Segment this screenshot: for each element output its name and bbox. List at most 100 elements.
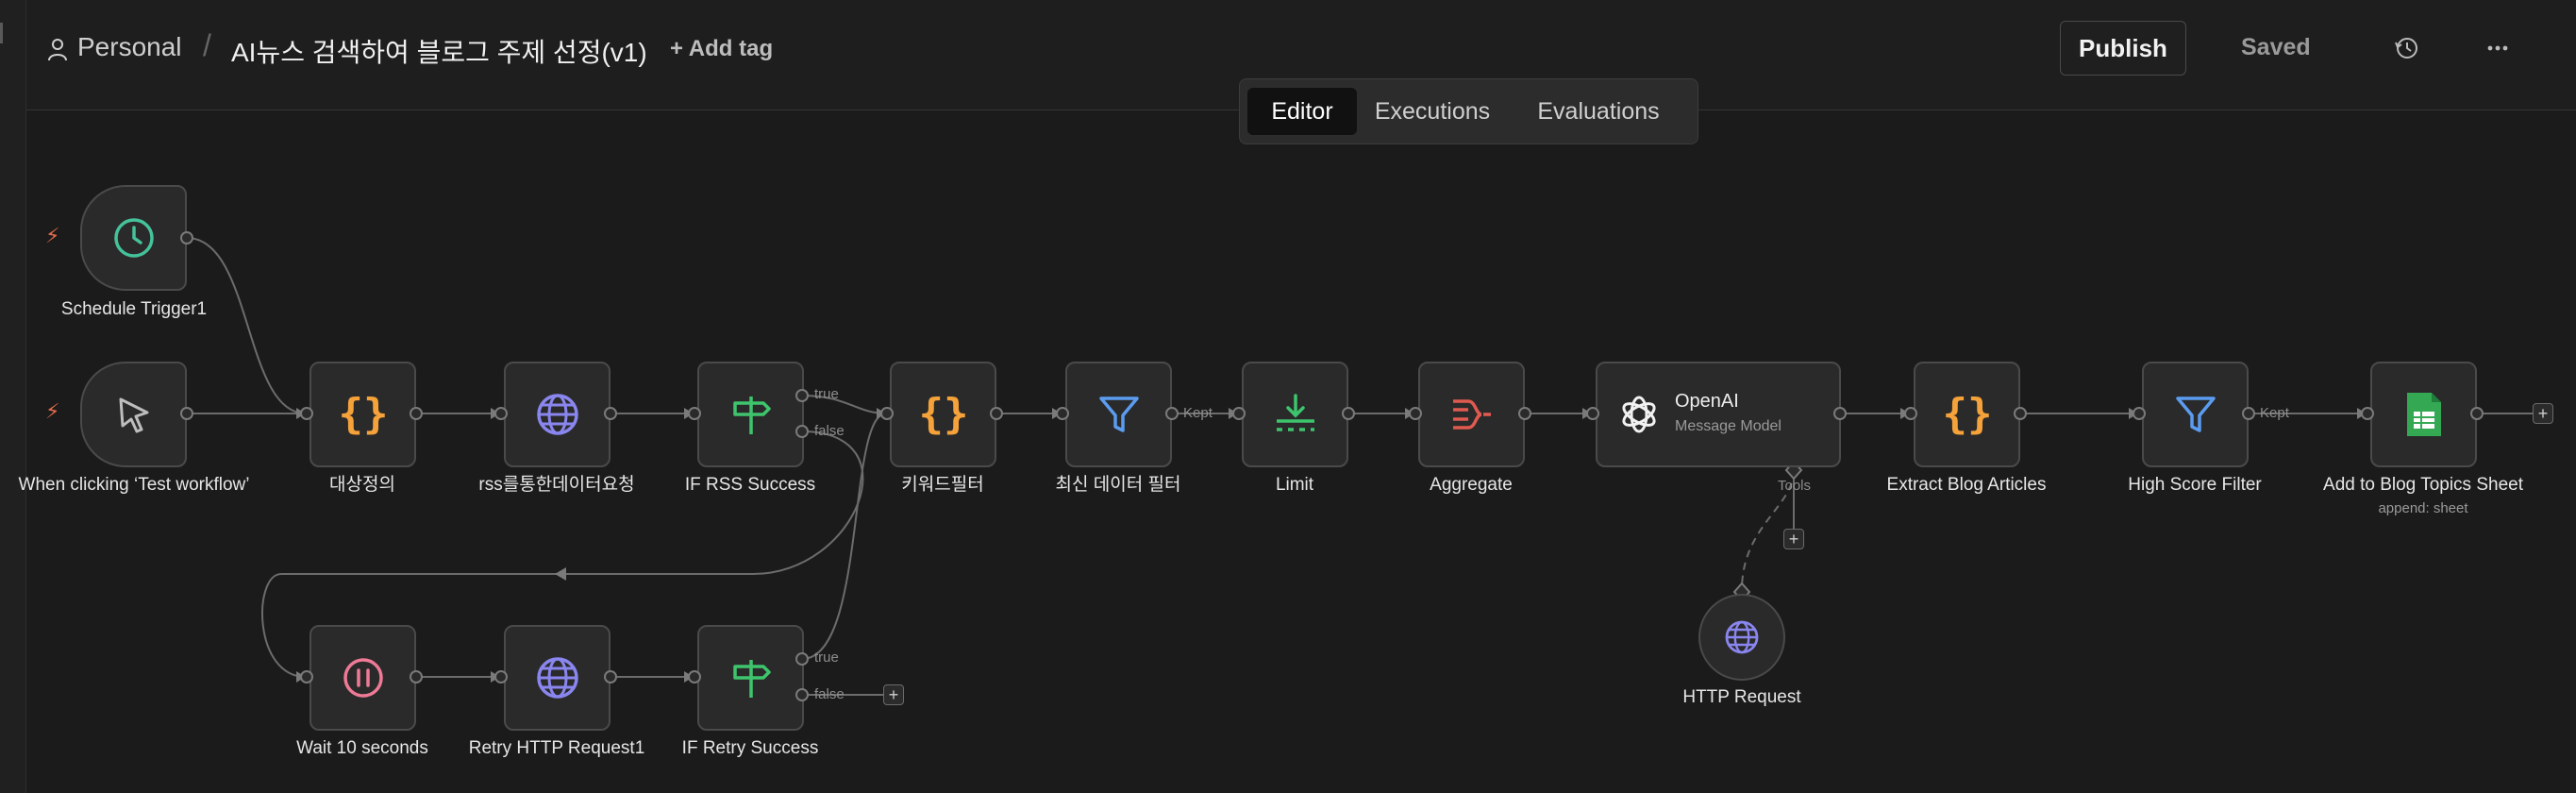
person-icon xyxy=(48,39,67,61)
tab-executions[interactable]: Executions xyxy=(1366,88,1498,135)
output-port[interactable] xyxy=(990,407,1003,420)
node-label: Add to Blog Topics Sheet xyxy=(2323,475,2523,495)
pause-icon xyxy=(343,658,383,698)
output-port[interactable] xyxy=(1165,407,1179,420)
input-port[interactable] xyxy=(1232,407,1246,420)
trigger-bolt-icon: ⚡ xyxy=(45,224,60,247)
edge-label-kept: Kept xyxy=(1183,405,1213,421)
output-port-false[interactable] xyxy=(795,688,809,701)
output-port[interactable] xyxy=(2242,407,2255,420)
svg-text:{}: {} xyxy=(1942,390,1992,438)
output-port[interactable] xyxy=(1833,407,1847,420)
input-port[interactable] xyxy=(2361,407,2374,420)
add-tool-button[interactable]: + xyxy=(1783,529,1804,549)
node-extract-blog-articles[interactable]: {} xyxy=(1914,362,2020,467)
workflow-canvas[interactable]: ⚡ ⚡ Schedule Trigger1 When clicking ‘Tes… xyxy=(19,110,2576,793)
node-define-code[interactable]: {} xyxy=(309,362,416,467)
edge-label-true: true xyxy=(814,386,839,402)
input-port[interactable] xyxy=(1586,407,1599,420)
output-port[interactable] xyxy=(410,670,423,683)
output-port[interactable] xyxy=(604,670,617,683)
openai-node-subtitle: Message Model xyxy=(1675,418,1781,434)
edge-label-false: false xyxy=(814,686,845,702)
node-high-score-filter[interactable] xyxy=(2142,362,2249,467)
project-breadcrumb[interactable]: Personal xyxy=(77,32,182,62)
node-rss-http-request[interactable] xyxy=(504,362,611,467)
saved-status: Saved xyxy=(2241,34,2311,60)
output-port[interactable] xyxy=(604,407,617,420)
edge-arrow-marker xyxy=(555,567,566,581)
node-http-request-tool[interactable] xyxy=(1698,594,1785,681)
filter-icon xyxy=(1098,396,1139,432)
globe-icon xyxy=(536,657,578,699)
breadcrumb-separator: / xyxy=(203,28,211,62)
node-add-to-blog-topics-sheet[interactable] xyxy=(2370,362,2477,467)
node-wait-10-seconds[interactable] xyxy=(309,625,416,731)
filter-icon xyxy=(2175,396,2216,432)
node-aggregate[interactable] xyxy=(1418,362,1525,467)
node-sublabel: append: sheet xyxy=(2378,500,2468,516)
signpost-icon xyxy=(732,660,771,698)
input-port[interactable] xyxy=(494,407,508,420)
node-label: Extract Blog Articles xyxy=(1886,475,2047,495)
input-port[interactable] xyxy=(688,407,701,420)
node-label: Aggregate xyxy=(1430,475,1513,495)
history-icon[interactable] xyxy=(2393,34,2421,62)
output-port[interactable] xyxy=(1518,407,1531,420)
svg-text:{}: {} xyxy=(918,390,968,438)
output-port[interactable] xyxy=(1342,407,1355,420)
edge-label-false: false xyxy=(814,423,845,439)
node-recent-data-filter[interactable] xyxy=(1065,362,1172,467)
node-if-rss-success[interactable] xyxy=(697,362,804,467)
output-port-false[interactable] xyxy=(795,425,809,438)
output-port[interactable] xyxy=(180,231,193,245)
add-node-button[interactable]: + xyxy=(883,684,904,705)
input-port[interactable] xyxy=(300,407,313,420)
output-port-true[interactable] xyxy=(795,652,809,666)
node-openai-message-model[interactable] xyxy=(1596,362,1841,467)
node-label: Schedule Trigger1 xyxy=(60,299,208,319)
publish-button[interactable]: Publish xyxy=(2060,21,2186,76)
globe-icon xyxy=(536,394,578,435)
left-sidebar xyxy=(0,0,26,793)
tab-evaluations[interactable]: Evaluations xyxy=(1509,88,1688,135)
openai-icon xyxy=(1622,396,1656,433)
output-port[interactable] xyxy=(410,407,423,420)
input-port[interactable] xyxy=(494,670,508,683)
edge-label-true: true xyxy=(814,650,839,666)
node-keyword-filter-code[interactable]: {} xyxy=(890,362,996,467)
output-port[interactable] xyxy=(2470,407,2484,420)
signpost-icon xyxy=(732,396,771,434)
input-port[interactable] xyxy=(300,670,313,683)
limit-icon xyxy=(1276,394,1314,431)
svg-text:{}: {} xyxy=(338,390,388,438)
node-manual-trigger[interactable] xyxy=(80,362,187,467)
node-label: HTTP Request xyxy=(1682,687,1801,707)
openai-node-title: OpenAI xyxy=(1675,391,1739,412)
node-limit[interactable] xyxy=(1242,362,1348,467)
cursor-icon xyxy=(119,397,148,433)
trigger-bolt-icon: ⚡ xyxy=(45,399,60,423)
input-port[interactable] xyxy=(1409,407,1422,420)
workflow-name[interactable]: AI뉴스 검색하여 블로그 주제 선정(v1) xyxy=(231,32,647,70)
output-port-true[interactable] xyxy=(795,389,809,402)
input-port[interactable] xyxy=(880,407,894,420)
output-port[interactable] xyxy=(2014,407,2027,420)
input-port[interactable] xyxy=(2133,407,2146,420)
output-port[interactable] xyxy=(180,407,193,420)
node-label: High Score Filter xyxy=(2128,475,2262,495)
more-options-icon[interactable] xyxy=(2484,34,2512,62)
input-port[interactable] xyxy=(688,670,701,683)
node-schedule-trigger[interactable] xyxy=(80,185,187,291)
add-node-button[interactable]: + xyxy=(2533,403,2553,424)
clock-icon xyxy=(113,218,154,258)
node-label: IF Retry Success xyxy=(681,738,819,758)
node-if-retry-success[interactable] xyxy=(697,625,804,731)
node-retry-http-request[interactable] xyxy=(504,625,611,731)
google-sheets-icon xyxy=(2406,393,2441,436)
input-port[interactable] xyxy=(1056,407,1069,420)
input-port[interactable] xyxy=(1904,407,1917,420)
add-tag-button[interactable]: + Add tag xyxy=(670,36,773,62)
braces-icon: {} xyxy=(1942,390,1992,438)
tab-editor[interactable]: Editor xyxy=(1247,88,1357,135)
